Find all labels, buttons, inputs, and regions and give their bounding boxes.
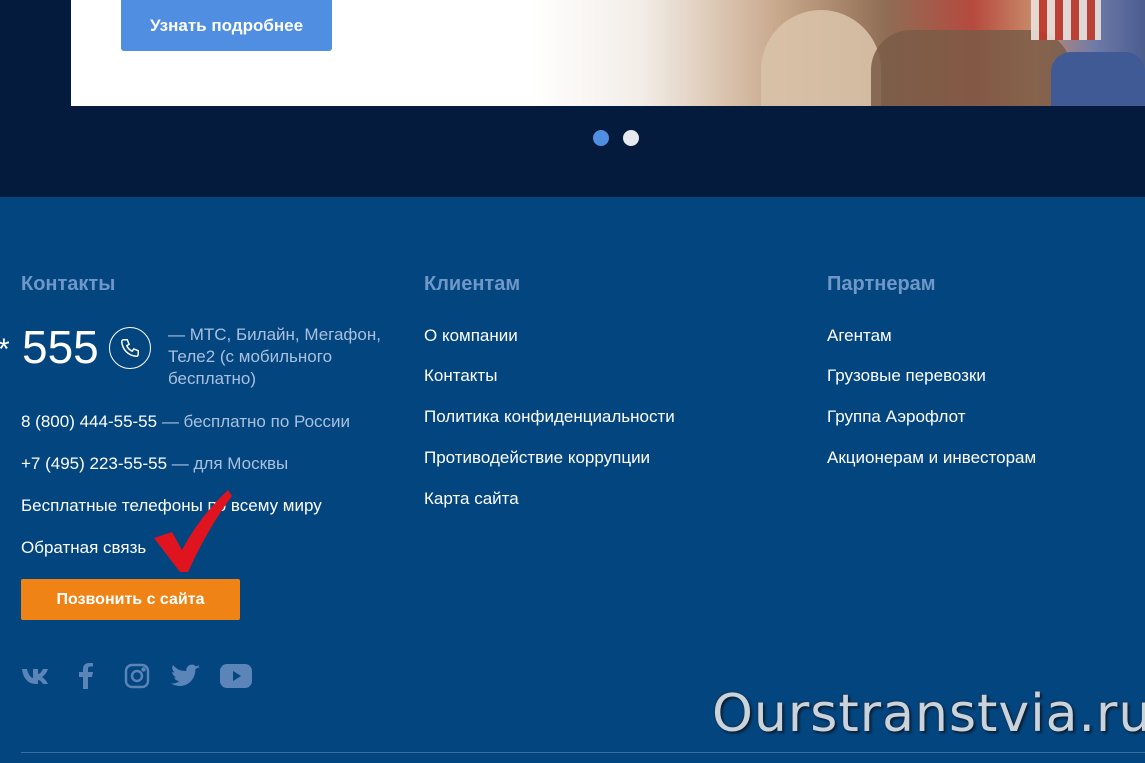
star-symbol: *: [0, 333, 10, 367]
phone-russia-row: 8 (800) 444-55-55 — бесплатно по России: [21, 412, 350, 432]
clients-link-about[interactable]: О компании: [424, 326, 518, 346]
hero-family-photo: [531, 0, 1145, 106]
clients-link-sitemap[interactable]: Карта сайта: [424, 489, 519, 509]
operators-note: — МТС, Билайн, Мегафон, Теле2 (с мобильн…: [168, 325, 381, 388]
twitter-icon[interactable]: [171, 660, 201, 692]
short-number[interactable]: 555: [22, 320, 99, 374]
phone-icon[interactable]: [109, 327, 151, 369]
instagram-icon[interactable]: [123, 660, 151, 692]
clients-link-contacts[interactable]: Контакты: [424, 366, 497, 386]
footer-divider: [21, 752, 1145, 753]
carousel-dot-2[interactable]: [623, 130, 639, 146]
watermark: Ourstranstvia.ru: [712, 684, 1145, 744]
learn-more-button[interactable]: Узнать подробнее: [121, 0, 332, 51]
phone-moscow-note: — для Москвы: [171, 454, 289, 473]
phone-moscow-row: +7 (495) 223-55-55 — для Москвы: [21, 454, 288, 474]
partners-link-investors[interactable]: Акционерам и инвесторам: [827, 448, 1036, 468]
partners-link-agents[interactable]: Агентам: [827, 326, 892, 346]
clients-heading: Клиентам: [424, 273, 521, 295]
partners-link-cargo[interactable]: Грузовые перевозки: [827, 366, 986, 386]
phone-russia-number[interactable]: 8 (800) 444-55-55: [21, 412, 157, 431]
partners-heading: Партнерам: [827, 273, 936, 295]
phone-russia-note: — бесплатно по России: [161, 412, 351, 431]
clients-link-privacy[interactable]: Политика конфиденциальности: [424, 407, 675, 427]
youtube-icon[interactable]: [220, 660, 252, 692]
feedback-link[interactable]: Обратная связь: [21, 538, 146, 558]
carousel-dot-1[interactable]: [593, 130, 609, 146]
call-from-site-button[interactable]: Позвонить с сайта: [21, 579, 240, 620]
contacts-heading: Контакты: [21, 273, 116, 295]
red-checkmark-annotation: [154, 490, 232, 572]
partners-link-aeroflot-group[interactable]: Группа Аэрофлот: [827, 407, 966, 427]
vk-icon[interactable]: [21, 660, 51, 692]
clients-link-anticorruption[interactable]: Противодействие коррупции: [424, 448, 650, 468]
phone-moscow-number[interactable]: +7 (495) 223-55-55: [21, 454, 167, 473]
facebook-icon[interactable]: [76, 660, 96, 692]
